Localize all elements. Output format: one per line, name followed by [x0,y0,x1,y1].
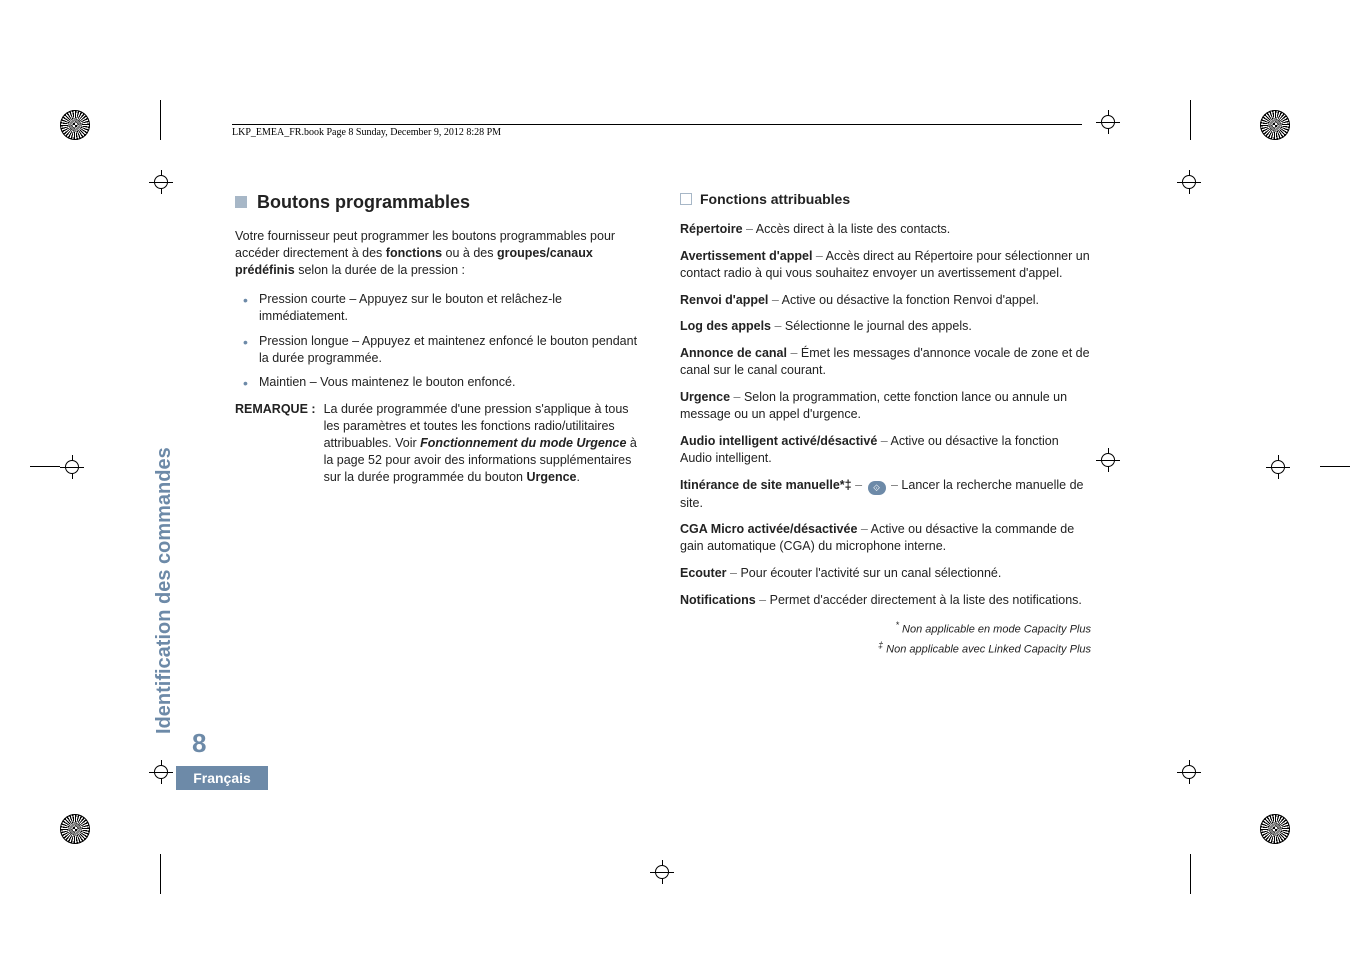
footnote-text: Non applicable avec Linked Capacity Plus [886,644,1091,656]
heading-box-icon [680,193,692,205]
function-name: Annonce de canal [680,346,787,360]
left-heading: Boutons programmables [235,190,646,214]
footnote-mark: ‡ [878,640,883,650]
separator-dash: – [730,390,744,404]
list-item: Pression longue – Appuyez et maintenez e… [249,333,646,367]
function-desc: Sélectionne le journal des appels. [785,319,972,333]
separator-dash: – [812,249,825,263]
function-name: Répertoire [680,222,743,236]
reg-mark-target [149,170,173,194]
function-entry: Notifications – Permet d'accéder directe… [680,592,1091,609]
function-entry: Log des appels – Sélectionne le journal … [680,318,1091,335]
function-desc: Pour écouter l'activité sur un canal sél… [740,566,1001,580]
language-tab: Français [176,766,268,790]
left-intro: Votre fournisseur peut programmer les bo… [235,228,646,279]
function-name: Notifications [680,593,756,607]
heading-square-icon [235,196,247,208]
footnote: * Non applicable en mode Capacity Plus [680,619,1091,638]
separator-dash: – [743,222,756,236]
reg-mark-target [149,760,173,784]
function-name: Ecouter [680,566,727,580]
function-desc: Active ou désactive la fonction Renvoi d… [782,293,1039,307]
text-bold: fonctions [386,246,442,260]
reg-mark-sunburst-tl [60,110,90,140]
footnotes: * Non applicable en mode Capacity Plus ‡… [680,619,1091,658]
function-name: Renvoi d'appel [680,293,768,307]
footnote-text: Non applicable en mode Capacity Plus [902,624,1091,636]
separator-dash: – [787,346,801,360]
page-number: 8 [192,728,206,759]
print-header-text: LKP_EMEA_FR.book Page 8 Sunday, December… [232,127,501,138]
function-name: Urgence [680,390,730,404]
right-heading: Fonctions attribuables [680,190,1091,209]
section-side-label: Identification des commandes [153,447,176,734]
reg-mark-sunburst-bl [60,814,90,844]
reg-mark-sunburst-br [1260,814,1290,844]
function-list: Répertoire – Accès direct à la liste des… [680,221,1091,609]
reg-mark-target [1177,760,1201,784]
separator-dash: – [857,522,870,536]
right-heading-text: Fonctions attribuables [700,190,850,209]
press-type-list: Pression courte – Appuyez sur le bouton … [235,291,646,391]
function-entry: Annonce de canal – Émet les messages d'a… [680,345,1091,379]
print-header: LKP_EMEA_FR.book Page 8 Sunday, December… [232,124,1082,138]
footnote: ‡ Non applicable avec Linked Capacity Pl… [680,639,1091,658]
list-item: Pression courte – Appuyez sur le bouton … [249,291,646,325]
text: . [577,470,580,484]
remarque-block: REMARQUE : La durée programmée d'une pre… [235,401,646,485]
reg-mark-target [1177,170,1201,194]
text: ou à des [446,246,497,260]
separator-dash: – [888,478,902,492]
separator-dash: – [727,566,741,580]
reg-mark-target [650,860,674,884]
left-column: Boutons programmables Votre fournisseur … [235,190,646,658]
separator-dash: – [756,593,770,607]
function-entry: CGA Micro activée/désactivée – Active ou… [680,521,1091,555]
reg-mark-sunburst-tr [1260,110,1290,140]
function-entry: Itinérance de site manuelle*‡ – ⟐ – Lanc… [680,477,1091,512]
function-entry: Audio intelligent activé/désactivé – Act… [680,433,1091,467]
right-column: Fonctions attribuables Répertoire – Accè… [680,190,1091,658]
text-bold: Urgence [526,470,576,484]
separator-dash: – [771,319,785,333]
function-desc: Permet d'accéder directement à la liste … [770,593,1082,607]
separator-dash: – [768,293,781,307]
function-name: Itinérance de site manuelle*‡ [680,478,852,492]
reg-mark-target [60,455,84,479]
roaming-icon: ⟐ [868,481,886,495]
reg-mark-target [1096,110,1120,134]
function-entry: Urgence – Selon la programmation, cette … [680,389,1091,423]
remarque-label: REMARQUE : [235,401,316,485]
function-entry: Répertoire – Accès direct à la liste des… [680,221,1091,238]
footnote-mark: * [895,620,899,630]
text-bold-italic: Fonctionnement du mode Urgence [420,436,626,450]
function-name: Log des appels [680,319,771,333]
function-entry: Avertissement d'appel – Accès direct au … [680,248,1091,282]
reg-mark-target [1096,448,1120,472]
separator-dash: – [852,478,866,492]
content-columns: Boutons programmables Votre fournisseur … [235,190,1091,658]
remarque-body: La durée programmée d'une pression s'app… [324,401,646,485]
left-heading-text: Boutons programmables [257,190,470,214]
reg-mark-target [1266,455,1290,479]
list-item: Maintien – Vous maintenez le bouton enfo… [249,374,646,391]
function-name: Avertissement d'appel [680,249,812,263]
function-entry: Renvoi d'appel – Active ou désactive la … [680,292,1091,309]
function-entry: Ecouter – Pour écouter l'activité sur un… [680,565,1091,582]
function-name: Audio intelligent activé/désactivé [680,434,877,448]
separator-dash: – [877,434,890,448]
text: selon la durée de la pression : [298,263,465,277]
function-desc: Accès direct à la liste des contacts. [756,222,951,236]
function-name: CGA Micro activée/désactivée [680,522,857,536]
